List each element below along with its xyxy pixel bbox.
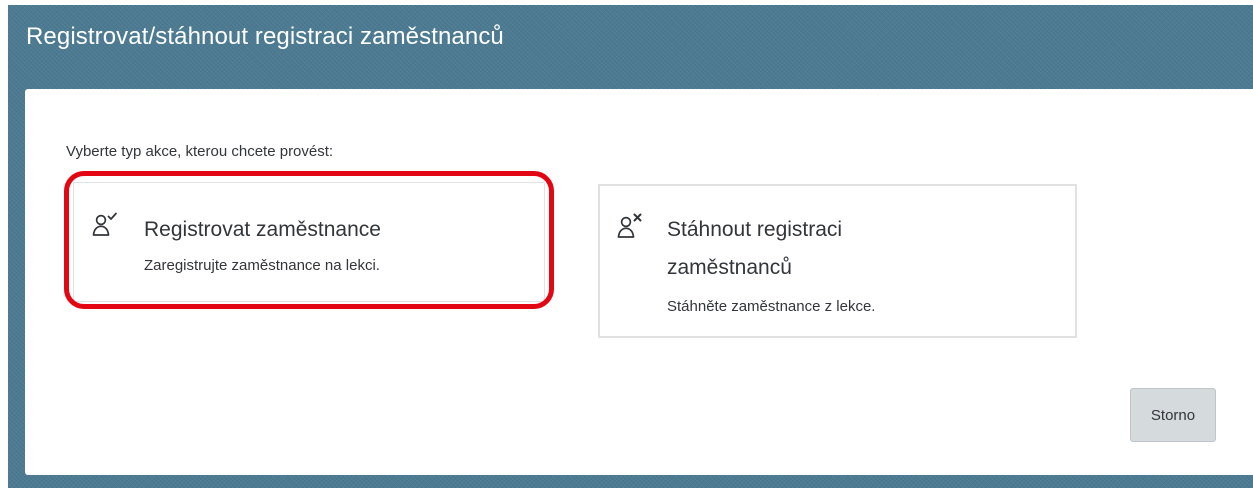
register-option-title: Registrovat zaměstnance [144,218,381,241]
action-prompt: Vyberte typ akce, kterou chcete provést: [66,143,334,160]
withdraw-option-title: Stáhnout registraci zaměstnanců [667,218,843,279]
dialog-content: Vyberte typ akce, kterou chcete provést:… [25,89,1253,475]
withdraw-option-description: Stáhněte zaměstnance z lekce. [667,298,876,315]
person-check-icon [92,212,117,236]
register-employees-option[interactable]: Registrovat zaměstnance Zaregistrujte za… [64,171,554,309]
dialog-title: Registrovat/stáhnout registraci zaměstna… [26,23,504,50]
register-option-description: Zaregistrujte zaměstnance na lekci. [144,257,380,274]
register-dialog: Registrovat/stáhnout registraci zaměstna… [8,5,1253,488]
cancel-button[interactable]: Storno [1130,388,1216,442]
withdraw-registration-option[interactable]: Stáhnout registraci zaměstnanců Stáhněte… [598,184,1077,338]
person-remove-icon [617,213,642,238]
